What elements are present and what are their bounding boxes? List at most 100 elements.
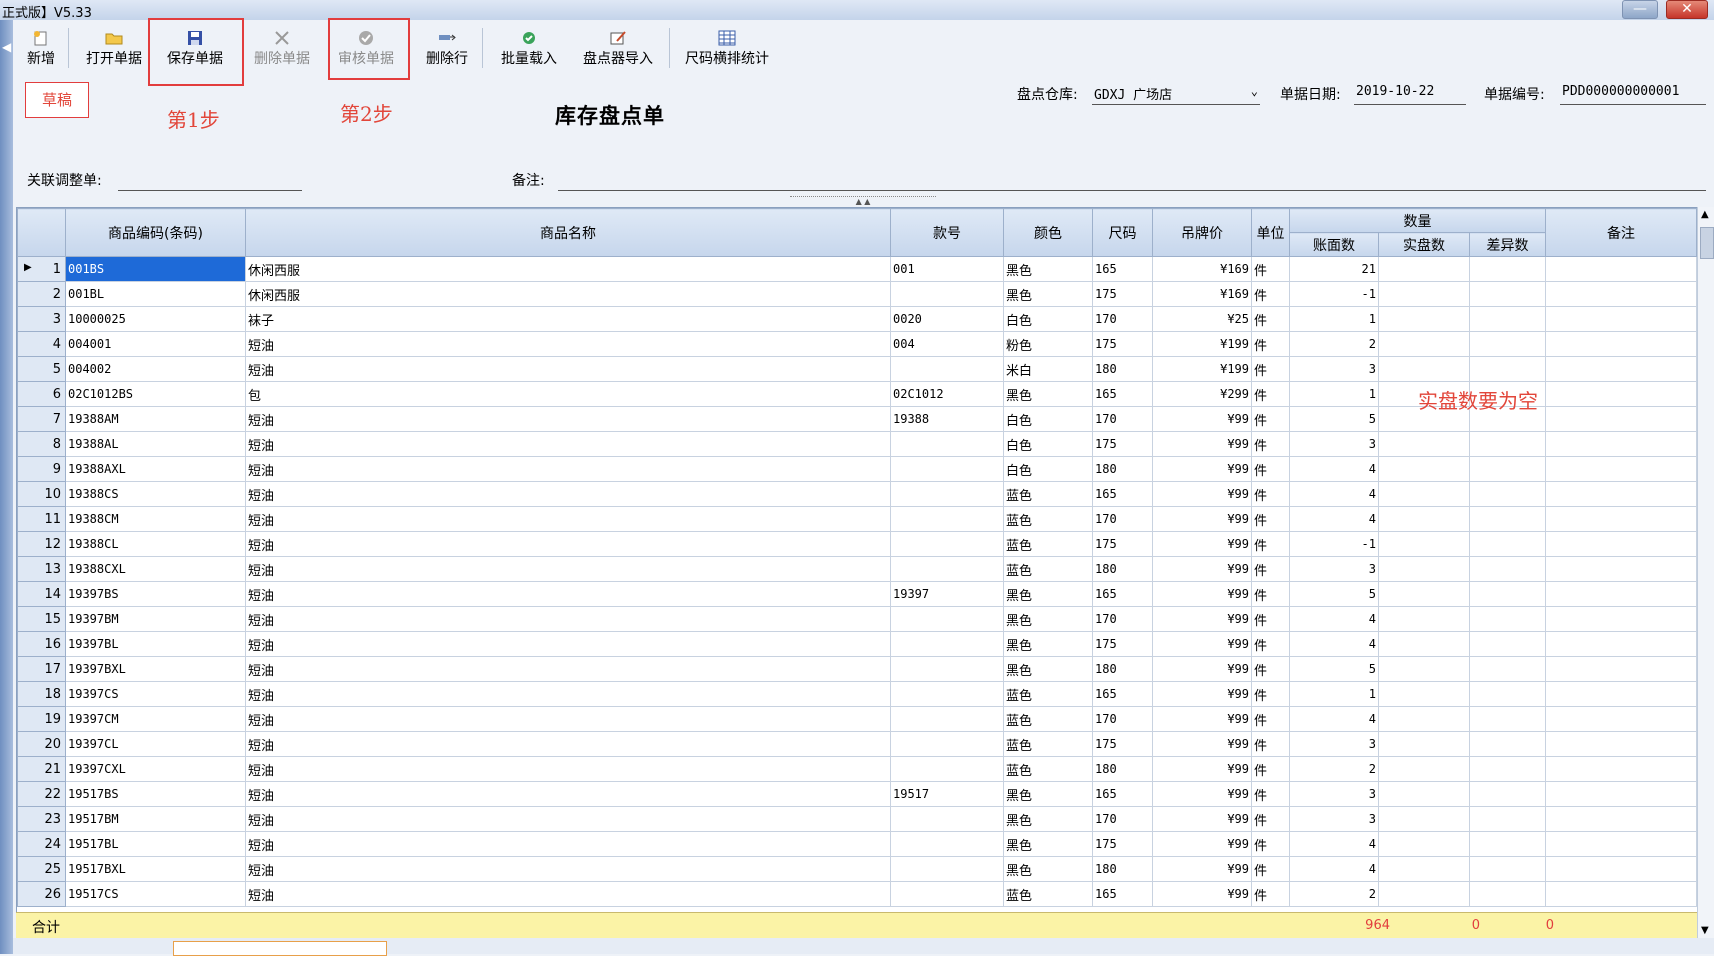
cell-code[interactable]: 10000025 <box>65 306 246 332</box>
cell-color[interactable]: 蓝色 <box>1003 706 1093 732</box>
cell-style[interactable] <box>890 431 1004 457</box>
table-row[interactable]: ▶ 1 001BS 休闲西服 001 黑色 165 ¥169 件 21 <box>17 256 1697 282</box>
cell-color[interactable]: 黑色 <box>1003 381 1093 407</box>
cell-remark[interactable] <box>1545 331 1697 357</box>
cell-book-qty[interactable]: 5 <box>1289 656 1379 682</box>
cell-book-qty[interactable]: 3 <box>1289 806 1379 832</box>
cell-code[interactable]: 19388AXL <box>65 456 246 482</box>
cell-name[interactable]: 短油 <box>245 406 891 432</box>
cell-remark[interactable] <box>1545 456 1697 482</box>
cell-style[interactable] <box>890 281 1004 307</box>
header-code[interactable]: 商品编码(条码) <box>65 208 246 257</box>
cell-unit[interactable]: 件 <box>1251 756 1290 782</box>
cell-color[interactable]: 黑色 <box>1003 831 1093 857</box>
header-actual-qty[interactable]: 实盘数 <box>1378 232 1470 257</box>
cell-diff-qty[interactable] <box>1469 456 1546 482</box>
cell-style[interactable] <box>890 806 1004 832</box>
cell-diff-qty[interactable] <box>1469 306 1546 332</box>
cell-remark[interactable] <box>1545 431 1697 457</box>
cell-style[interactable]: 19517 <box>890 781 1004 807</box>
cell-remark[interactable] <box>1545 731 1697 757</box>
cell-size[interactable]: 175 <box>1092 531 1153 557</box>
cell-style[interactable] <box>890 631 1004 657</box>
cell-diff-qty[interactable] <box>1469 281 1546 307</box>
cell-code[interactable]: 19397CL <box>65 731 246 757</box>
minimize-button[interactable]: — <box>1622 0 1658 19</box>
cell-unit[interactable]: 件 <box>1251 731 1290 757</box>
table-row[interactable]: 8 19388AL 短油 白色 175 ¥99 件 3 <box>17 431 1697 457</box>
cell-color[interactable]: 白色 <box>1003 306 1093 332</box>
cell-style[interactable]: 19388 <box>890 406 1004 432</box>
cell-price[interactable]: ¥199 <box>1152 331 1252 357</box>
cell-style[interactable] <box>890 481 1004 507</box>
cell-book-qty[interactable]: -1 <box>1289 531 1379 557</box>
cell-price[interactable]: ¥99 <box>1152 606 1252 632</box>
cell-style[interactable]: 004 <box>890 331 1004 357</box>
cell-color[interactable]: 蓝色 <box>1003 531 1093 557</box>
cell-price[interactable]: ¥99 <box>1152 406 1252 432</box>
cell-price[interactable]: ¥99 <box>1152 581 1252 607</box>
cell-book-qty[interactable]: 3 <box>1289 431 1379 457</box>
cell-name[interactable]: 短油 <box>245 506 891 532</box>
cell-code[interactable]: 004001 <box>65 331 246 357</box>
cell-price[interactable]: ¥99 <box>1152 781 1252 807</box>
delete-doc-button[interactable]: 删除单据 <box>249 24 315 72</box>
cell-name[interactable]: 短油 <box>245 681 891 707</box>
cell-unit[interactable]: 件 <box>1251 506 1290 532</box>
cell-unit[interactable]: 件 <box>1251 256 1290 282</box>
cell-size[interactable]: 175 <box>1092 331 1153 357</box>
cell-name[interactable]: 休闲西服 <box>245 256 891 282</box>
cell-color[interactable]: 黑色 <box>1003 856 1093 882</box>
cell-actual-qty[interactable] <box>1378 581 1470 607</box>
cell-diff-qty[interactable] <box>1469 631 1546 657</box>
remark-field[interactable] <box>558 170 1706 191</box>
cell-style[interactable] <box>890 456 1004 482</box>
cell-remark[interactable] <box>1545 856 1697 882</box>
warehouse-select[interactable]: GDXJ 广场店 ⌄ <box>1092 84 1260 105</box>
cell-code[interactable]: 02C1012BS <box>65 381 246 407</box>
cell-color[interactable]: 白色 <box>1003 406 1093 432</box>
cell-price[interactable]: ¥99 <box>1152 831 1252 857</box>
cell-unit[interactable]: 件 <box>1251 356 1290 382</box>
cell-code[interactable]: 19517CS <box>65 881 246 907</box>
cell-size[interactable]: 180 <box>1092 856 1153 882</box>
table-row[interactable]: 17 19397BXL 短油 黑色 180 ¥99 件 5 <box>17 656 1697 682</box>
cell-code[interactable]: 19397BS <box>65 581 246 607</box>
cell-code[interactable]: 19397CXL <box>65 756 246 782</box>
cell-remark[interactable] <box>1545 681 1697 707</box>
cell-diff-qty[interactable] <box>1469 506 1546 532</box>
cell-code[interactable]: 19388CS <box>65 481 246 507</box>
table-row[interactable]: 18 19397CS 短油 蓝色 165 ¥99 件 1 <box>17 681 1697 707</box>
cell-color[interactable]: 黑色 <box>1003 806 1093 832</box>
cell-unit[interactable]: 件 <box>1251 456 1290 482</box>
header-name[interactable]: 商品名称 <box>245 208 891 257</box>
cell-style[interactable] <box>890 731 1004 757</box>
cell-price[interactable]: ¥99 <box>1152 656 1252 682</box>
cell-book-qty[interactable]: 1 <box>1289 381 1379 407</box>
cell-name[interactable]: 休闲西服 <box>245 281 891 307</box>
table-row[interactable]: 22 19517BS 短油 19517 黑色 165 ¥99 件 3 <box>17 781 1697 807</box>
table-row[interactable]: 19 19397CM 短油 蓝色 170 ¥99 件 4 <box>17 706 1697 732</box>
cell-name[interactable]: 短油 <box>245 481 891 507</box>
table-row[interactable]: 4 004001 短油 004 粉色 175 ¥199 件 2 <box>17 331 1697 357</box>
cell-size[interactable]: 175 <box>1092 281 1153 307</box>
cell-color[interactable]: 粉色 <box>1003 331 1093 357</box>
cell-color[interactable]: 白色 <box>1003 431 1093 457</box>
cell-remark[interactable] <box>1545 631 1697 657</box>
cell-actual-qty[interactable] <box>1378 606 1470 632</box>
cell-remark[interactable] <box>1545 506 1697 532</box>
cell-size[interactable]: 180 <box>1092 556 1153 582</box>
cell-unit[interactable]: 件 <box>1251 581 1290 607</box>
cell-price[interactable]: ¥99 <box>1152 481 1252 507</box>
cell-actual-qty[interactable] <box>1378 256 1470 282</box>
side-collapse-strip[interactable]: ◀ <box>0 20 13 954</box>
cell-actual-qty[interactable] <box>1378 556 1470 582</box>
cell-price[interactable]: ¥99 <box>1152 731 1252 757</box>
scroll-thumb[interactable] <box>1700 227 1714 259</box>
cell-diff-qty[interactable] <box>1469 856 1546 882</box>
cell-price[interactable]: ¥99 <box>1152 756 1252 782</box>
cell-size[interactable]: 165 <box>1092 256 1153 282</box>
cell-book-qty[interactable]: 3 <box>1289 556 1379 582</box>
cell-diff-qty[interactable] <box>1469 656 1546 682</box>
cell-code[interactable]: 19388AL <box>65 431 246 457</box>
